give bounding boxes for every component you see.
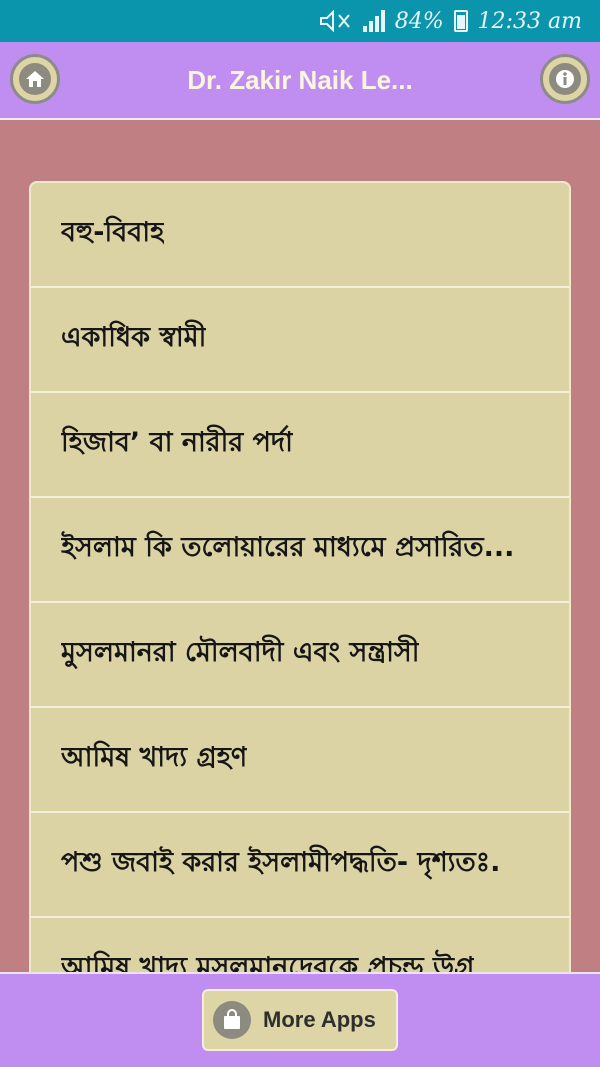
mute-icon <box>319 10 350 32</box>
list-item[interactable]: পশু জবাই করার ইসলামীপদ্ধতি- দৃশ্যতঃ. <box>31 813 569 918</box>
home-button[interactable] <box>10 54 60 104</box>
status-bar: 84% 12:33 am <box>0 0 600 42</box>
signal-icon <box>362 10 385 32</box>
bottom-bar: More Apps <box>0 972 600 1067</box>
clock: 12:33 am <box>477 8 582 34</box>
home-icon <box>26 71 44 87</box>
battery-icon <box>453 10 468 32</box>
list-item[interactable]: ইসলাম কি তলোয়ারের মাধ্যমে প্রসারিত... <box>31 498 569 603</box>
lecture-list: বহু-বিবাহ একাধিক স্বামী হিজাব’ বা নারীর … <box>29 181 571 1001</box>
more-apps-button[interactable]: More Apps <box>202 989 398 1051</box>
info-button[interactable] <box>540 54 590 104</box>
more-apps-label: More Apps <box>263 1007 376 1032</box>
list-item[interactable]: একাধিক স্বামী <box>31 288 569 393</box>
battery-percent: 84% <box>394 8 444 34</box>
info-icon <box>556 70 574 88</box>
list-item[interactable]: বহু-বিবাহ <box>31 183 569 288</box>
list-item[interactable]: মুসলমানরা মৌলবাদী এবং সন্ত্রাসী <box>31 603 569 708</box>
app-bar: Dr. Zakir Naik Le... <box>0 42 600 120</box>
list-item[interactable]: আমিষ খাদ্য গ্রহণ <box>31 708 569 813</box>
shopping-bag-icon <box>224 1009 240 1029</box>
list-item[interactable]: হিজাব’ বা নারীর পর্দা <box>31 393 569 498</box>
page-title: Dr. Zakir Naik Le... <box>187 64 413 95</box>
